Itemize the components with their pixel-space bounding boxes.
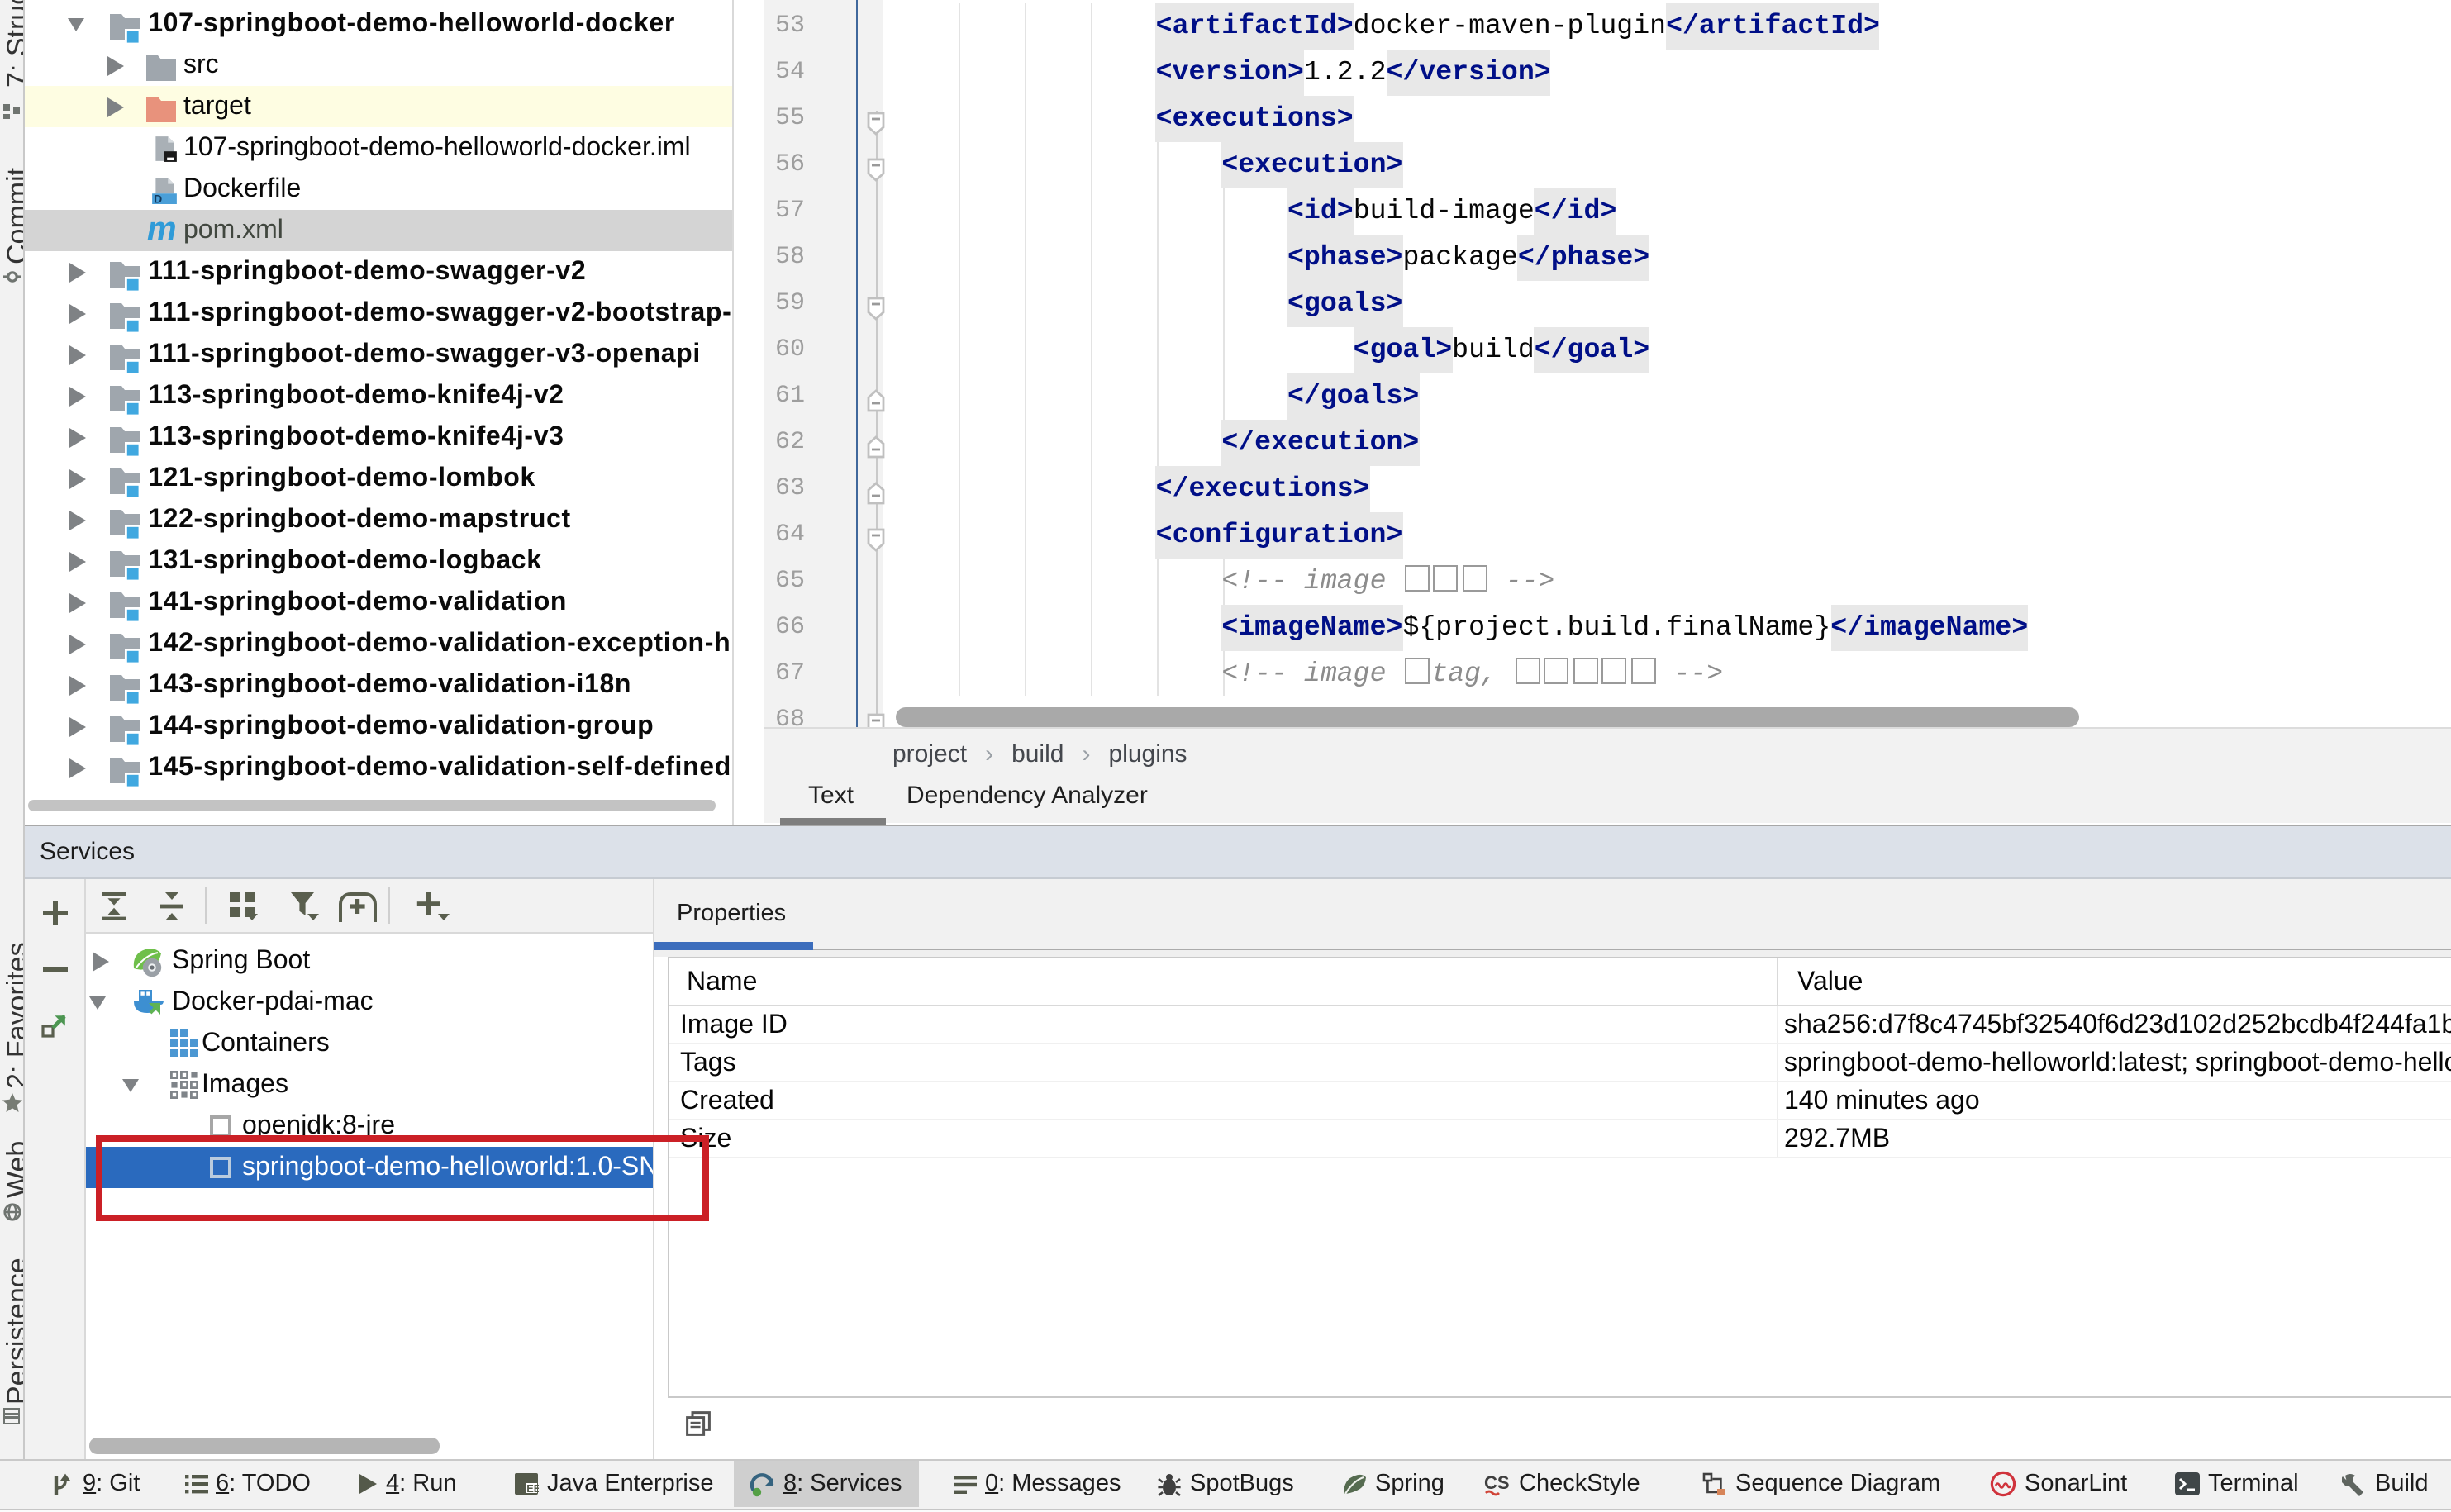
svg-text:CS: CS <box>1484 1472 1510 1492</box>
svg-text:D: D <box>153 192 161 204</box>
svg-text:EE: EE <box>526 1482 539 1495</box>
